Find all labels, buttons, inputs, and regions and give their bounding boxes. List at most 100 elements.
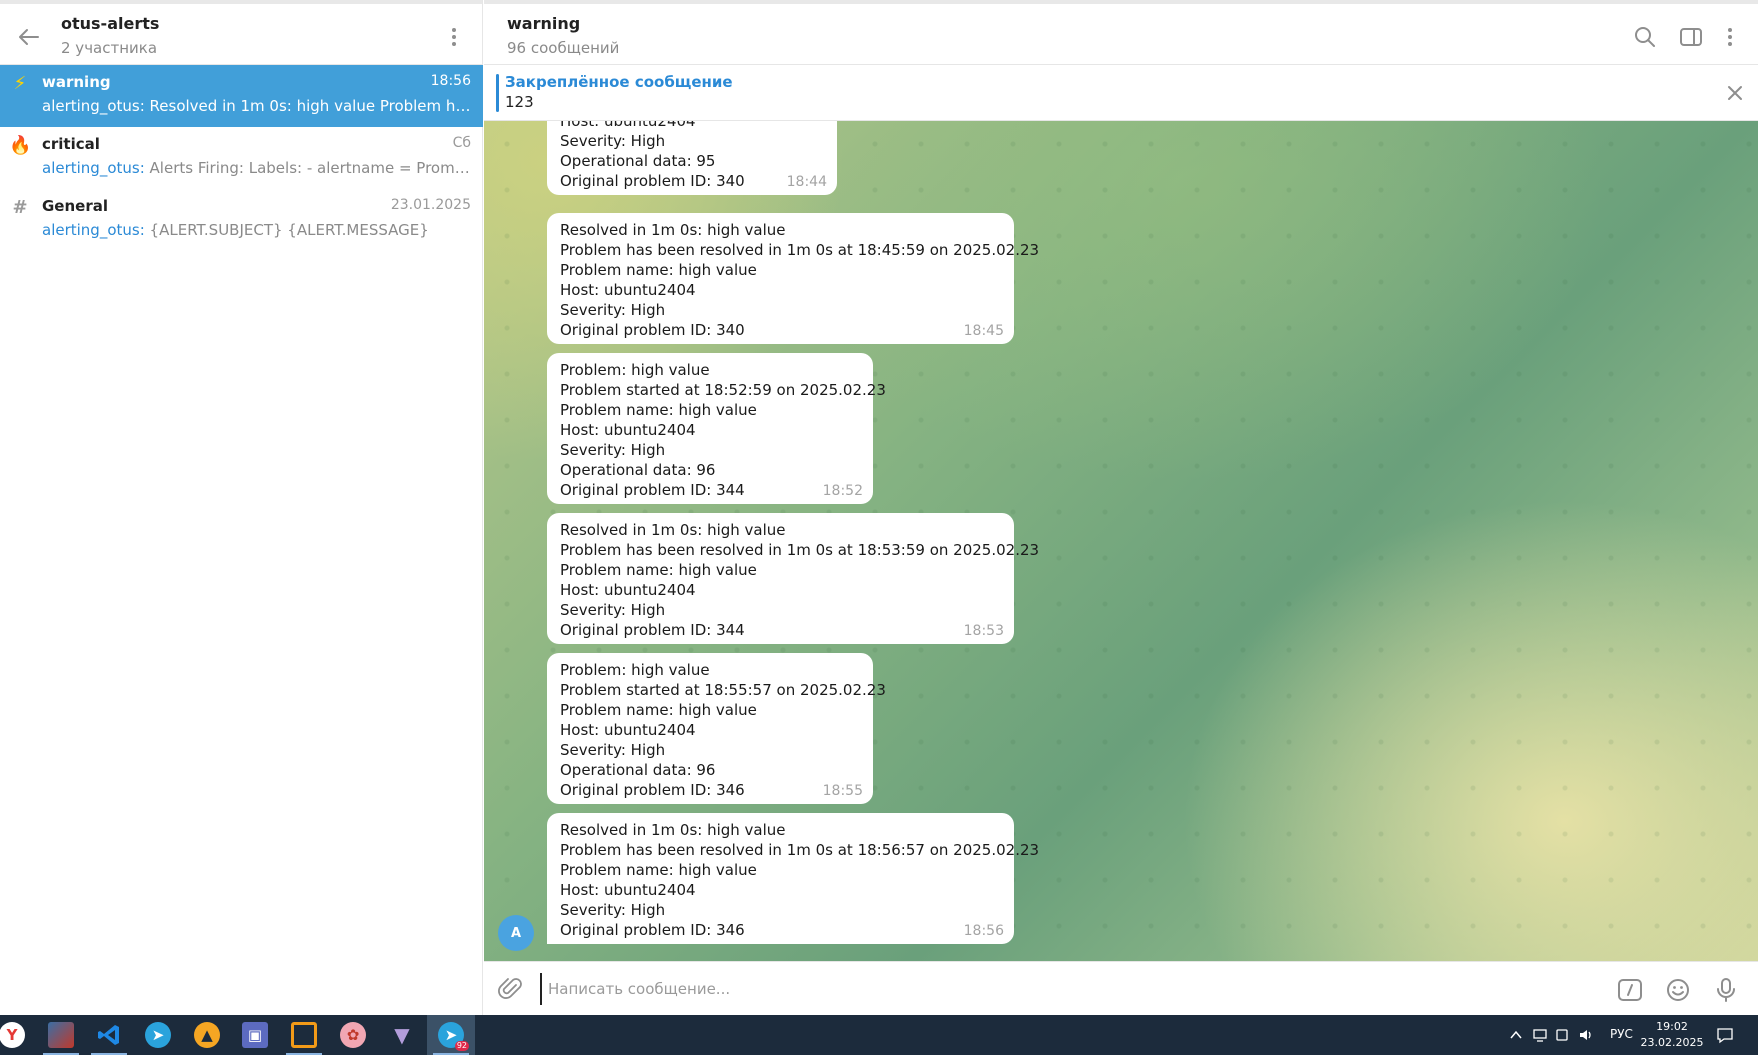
chat-list-pane: otus-alerts 2 участника ⚡ warning 18:56 …	[0, 0, 483, 1015]
sidebar-toggle-icon[interactable]	[1678, 24, 1704, 50]
message-line: Host: ubuntu2404	[560, 121, 696, 130]
message-line: Problem started at 18:55:57 on 2025.02.2…	[560, 681, 886, 699]
microphone-icon[interactable]	[1712, 976, 1740, 1004]
message-bubble[interactable]: Resolved in 1m 0s: high value Problem ha…	[547, 213, 1039, 344]
close-icon[interactable]	[1724, 82, 1746, 104]
message-line: Original problem ID: 340	[560, 321, 745, 339]
telegram-active-icon[interactable]: ➤ 92	[427, 1015, 475, 1055]
group-header: otus-alerts 2 участника	[0, 0, 482, 65]
chat-time: 23.01.2025	[390, 197, 471, 213]
amnezia-glyph: ▲	[194, 1022, 220, 1048]
chat-name: critical	[42, 135, 100, 153]
message-bubble[interactable]: Resolved in 1m 0s: high value Problem ha…	[547, 813, 1040, 944]
language-indicator[interactable]: РУС	[1610, 1027, 1633, 1041]
message-list[interactable]: Host: ubuntu2404 Severity: High Operatio…	[484, 121, 1758, 961]
fire-icon: 🔥	[9, 135, 32, 156]
battery-icon[interactable]	[1554, 1027, 1570, 1043]
vpn-app-icon[interactable]: ▼	[378, 1015, 426, 1055]
message-time: 18:44	[786, 174, 827, 190]
photos-glyph	[48, 1022, 74, 1048]
network-icon[interactable]: ▣	[231, 1015, 279, 1055]
message-line: Resolved in 1m 0s: high value	[560, 221, 786, 239]
emoji-icon[interactable]	[1664, 976, 1692, 1004]
message-bubble[interactable]: Resolved in 1m 0s: high value Problem ha…	[547, 513, 1040, 644]
vscode-glyph	[98, 1025, 119, 1045]
clock-time: 19:02	[1656, 1020, 1688, 1033]
chat-preview: alerting_otus: {ALERT.SUBJECT} {ALERT.ME…	[42, 221, 472, 239]
group-title[interactable]: otus-alerts	[61, 14, 159, 33]
message-line: Severity: High	[560, 741, 666, 759]
preview-sender: alerting_otus:	[42, 159, 145, 177]
shell-app-icon[interactable]: ✿	[329, 1015, 377, 1055]
search-icon[interactable]	[1632, 24, 1658, 50]
chat-item-general[interactable]: # General 23.01.2025 alerting_otus: {ALE…	[0, 189, 483, 251]
lightning-icon: ⚡	[13, 73, 27, 94]
preview-sender: alerting_otus:	[42, 221, 145, 239]
message-line: Host: ubuntu2404	[560, 421, 696, 439]
pinned-text: 123	[505, 93, 534, 111]
message-bubble[interactable]: Problem: high value Problem started at 1…	[547, 353, 886, 504]
message-line: Problem has been resolved in 1m 0s at 18…	[560, 541, 1040, 559]
message-time: 18:45	[963, 323, 1004, 339]
chat-header: warning 96 сообщений	[484, 0, 1758, 65]
message-line: Original problem ID: 340	[560, 172, 745, 190]
more-options-icon[interactable]	[1720, 24, 1740, 50]
more-options-icon[interactable]	[444, 24, 464, 50]
message-bubble[interactable]: Problem: high value Problem started at 1…	[547, 653, 886, 804]
photos-icon[interactable]	[37, 1015, 85, 1055]
message-time: 18:55	[822, 783, 863, 799]
volume-icon[interactable]	[1578, 1027, 1594, 1043]
unread-badge: 92	[454, 1041, 469, 1051]
message-line: Problem name: high value	[560, 701, 757, 719]
hash-icon: #	[12, 197, 28, 218]
virtualbox-icon[interactable]	[280, 1015, 328, 1055]
paperclip-icon[interactable]	[498, 976, 524, 1002]
message-input[interactable]	[540, 973, 1560, 1005]
message-line: Problem has been resolved in 1m 0s at 18…	[560, 841, 1040, 859]
group-member-count: 2 участника	[61, 39, 158, 57]
bot-commands-icon[interactable]	[1616, 976, 1644, 1004]
chat-title[interactable]: warning	[507, 14, 580, 33]
message-bubble[interactable]: Host: ubuntu2404 Severity: High Operatio…	[547, 121, 837, 195]
notifications-icon[interactable]	[1716, 1026, 1734, 1044]
chevron-up-icon[interactable]	[1508, 1027, 1524, 1043]
pinned-indicator	[496, 74, 499, 112]
message-line: Host: ubuntu2404	[560, 281, 696, 299]
message-time: 18:56	[963, 923, 1004, 939]
message-line: Original problem ID: 344	[560, 621, 745, 639]
yandex-glyph: Y	[0, 1022, 25, 1048]
chat-item-warning[interactable]: ⚡ warning 18:56 alerting_otus: Resolved …	[0, 65, 483, 127]
telegram-glyph: ➤	[145, 1022, 171, 1048]
message-line: Problem: high value	[560, 361, 710, 379]
chat-name: warning	[42, 73, 111, 91]
message-line: Operational data: 96	[560, 461, 716, 479]
message-line: Severity: High	[560, 601, 666, 619]
message-count: 96 сообщений	[507, 39, 620, 57]
message-line: Severity: High	[560, 441, 666, 459]
telegram-icon[interactable]: ➤	[134, 1015, 182, 1055]
preview-text: {ALERT.SUBJECT} {ALERT.MESSAGE}	[144, 221, 429, 239]
message-line: Operational data: 96	[560, 761, 716, 779]
amnezia-icon[interactable]: ▲	[183, 1015, 231, 1055]
message-line: Operational data: 95	[560, 152, 716, 170]
chat-time: Сб	[452, 135, 471, 151]
pinned-message-bar[interactable]: Закреплённое сообщение 123	[484, 65, 1758, 121]
conversation-pane: warning 96 сообщений Закреплённое сообще…	[484, 0, 1758, 1015]
chat-item-critical[interactable]: 🔥 critical Сб alerting_otus: Alerts Firi…	[0, 127, 483, 189]
vscode-icon[interactable]	[85, 1015, 133, 1055]
message-line: Problem started at 18:52:59 on 2025.02.2…	[560, 381, 886, 399]
shell-glyph: ✿	[340, 1022, 366, 1048]
message-time: 18:52	[822, 483, 863, 499]
avatar[interactable]: A	[498, 915, 534, 951]
windows-taskbar: Y ➤ ▲ ▣ ✿ ▼ ➤ 92 РУС 19:02 23.02.2025	[0, 1015, 1758, 1055]
vpn-glyph: ▼	[394, 1023, 410, 1047]
message-line: Original problem ID: 346	[560, 781, 745, 799]
network-tray-icon[interactable]	[1532, 1027, 1548, 1043]
message-line: Problem name: high value	[560, 861, 757, 879]
message-line: Problem: high value	[560, 661, 710, 679]
preview-text: Alerts Firing: Labels: - alertname = Pro…	[149, 159, 472, 177]
yandex-browser-icon[interactable]: Y	[0, 1015, 36, 1055]
message-line: Host: ubuntu2404	[560, 581, 696, 599]
back-arrow-icon[interactable]	[16, 24, 42, 50]
clock[interactable]: 19:02 23.02.2025	[1640, 1019, 1704, 1051]
